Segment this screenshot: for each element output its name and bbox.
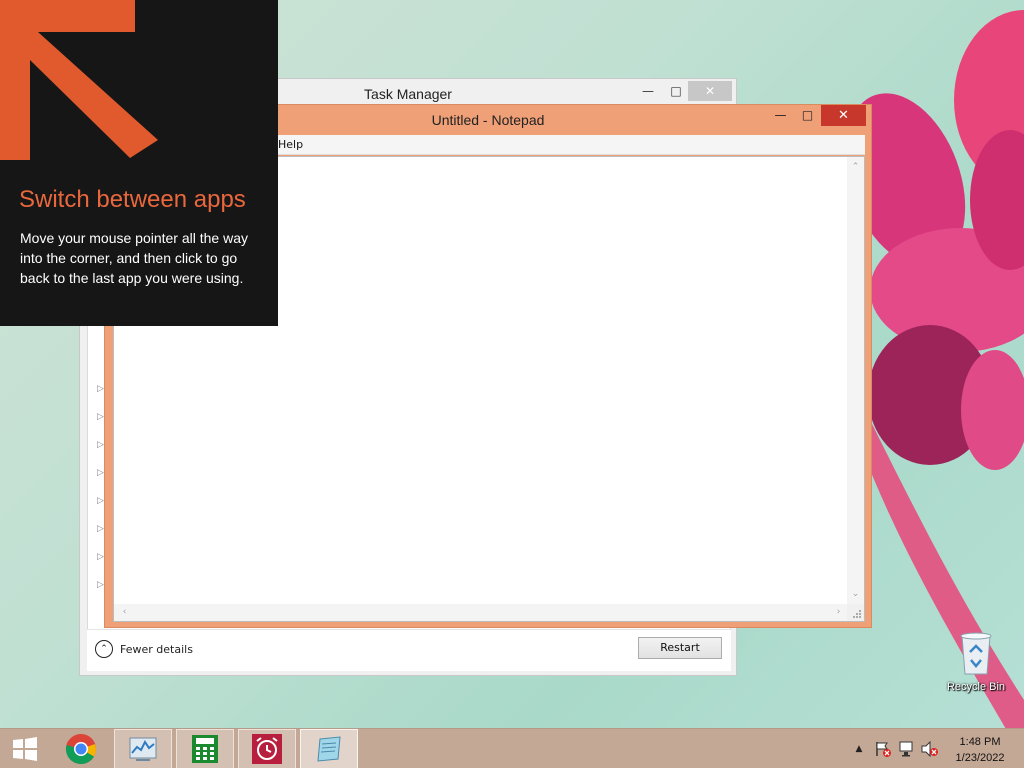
fewer-details-toggle[interactable]: ⌃ Fewer details [95, 640, 193, 658]
chrome-icon [65, 734, 96, 765]
task-manager-close-button[interactable]: ✕ [688, 81, 732, 101]
clock-date: 1/23/2022 [955, 752, 1005, 764]
menu-help[interactable]: Help [278, 138, 303, 151]
task-manager-footer: ⌃ Fewer details Restart [87, 629, 731, 671]
alarm-clock-icon [252, 734, 282, 764]
chevron-up-icon: ⌃ [95, 640, 113, 658]
maximize-icon: □ [670, 84, 682, 98]
close-icon: ✕ [838, 108, 849, 123]
notepad-icon [317, 736, 341, 762]
taskbar-notepad[interactable] [300, 729, 358, 768]
calculator-icon [192, 735, 218, 763]
scroll-right-icon[interactable]: › [830, 604, 847, 621]
notepad-close-button[interactable]: ✕ [821, 105, 866, 126]
notepad-maximize-button[interactable]: □ [794, 105, 821, 126]
taskbar: ▲ 1:48 PM 1/23/2022 [0, 728, 1024, 768]
taskbar-task-manager[interactable] [114, 729, 172, 768]
tip-body: Move your mouse pointer all the way into… [20, 230, 248, 286]
task-manager-minimize-button[interactable]: — [634, 81, 662, 101]
taskbar-alarms[interactable] [238, 729, 296, 768]
switch-apps-tip: Switch between apps Move your mouse poin… [0, 0, 278, 326]
tip-title: Switch between apps [19, 186, 246, 213]
volume-muted-icon[interactable] [921, 741, 939, 757]
restart-button[interactable]: Restart [638, 637, 722, 659]
taskbar-clock[interactable]: 1:48 PM 1/23/2022 [950, 734, 1010, 766]
close-icon: ✕ [704, 84, 716, 98]
show-hidden-icons-button[interactable]: ▲ [850, 741, 868, 757]
scroll-down-icon[interactable]: ⌄ [847, 586, 864, 603]
recycle-bin[interactable]: Recycle Bin [940, 630, 1012, 693]
action-center-flag-icon[interactable] [874, 741, 892, 757]
clock-time: 1:48 PM [959, 736, 1001, 748]
start-button[interactable] [0, 729, 50, 768]
taskbar-calculator[interactable] [176, 729, 234, 768]
vertical-scrollbar[interactable]: ⌃ ⌄ [847, 157, 864, 605]
maximize-icon: □ [801, 108, 814, 122]
minimize-icon: — [774, 108, 787, 122]
taskbar-chrome[interactable] [52, 729, 110, 768]
minimize-icon: — [642, 84, 654, 98]
scroll-up-icon[interactable]: ⌃ [847, 159, 864, 176]
recycle-bin-icon [960, 632, 992, 675]
network-icon[interactable] [898, 741, 916, 757]
horizontal-scrollbar[interactable]: ‹ › [114, 604, 849, 621]
scroll-left-icon[interactable]: ‹ [116, 604, 133, 621]
resize-grip-icon[interactable] [847, 604, 864, 621]
notepad-minimize-button[interactable]: — [767, 105, 794, 126]
corner-arrow-icon [0, 0, 158, 160]
task-manager-icon [129, 737, 157, 761]
task-manager-maximize-button[interactable]: □ [662, 81, 690, 101]
fewer-details-label: Fewer details [120, 642, 193, 656]
recycle-bin-label: Recycle Bin [946, 681, 1006, 693]
windows-logo-icon [13, 737, 37, 761]
